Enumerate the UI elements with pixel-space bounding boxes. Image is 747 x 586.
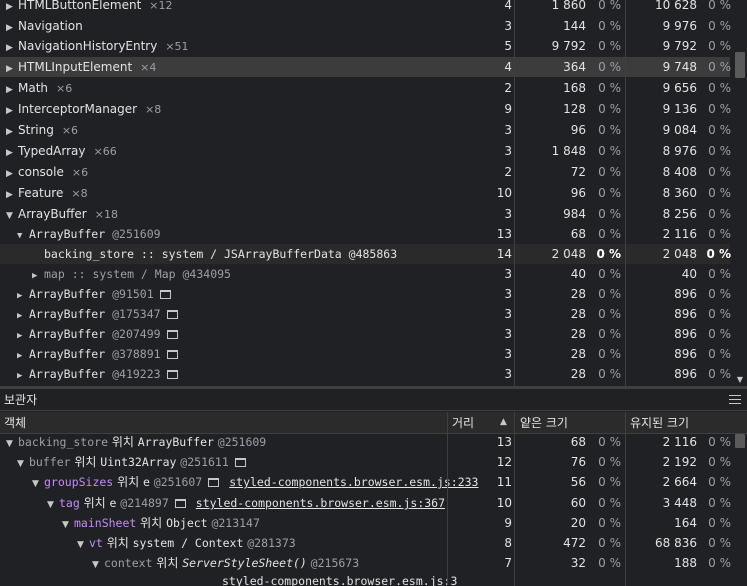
window-icon[interactable] — [166, 310, 178, 319]
collapse-triangle-icon[interactable]: ▼ — [47, 495, 59, 515]
instance-row-expanded[interactable]: ▼ ArrayBuffer @251609 13 68 0 % 2 116 0 % — [0, 224, 731, 246]
window-icon[interactable] — [166, 330, 178, 339]
table-row-expanded[interactable]: ▼ ArrayBuffer ×18 3 984 0 % 8 256 0 % — [0, 204, 731, 226]
retainer-row-continuation: styled-components.browser.esm.js:3 — [0, 571, 730, 586]
expand-triangle-icon[interactable]: ▶ — [6, 122, 18, 142]
column-divider — [447, 434, 448, 586]
instance-row[interactable]: ▶ ArrayBuffer @175347 3 28 0 % 896 0 % — [0, 304, 731, 326]
column-divider — [514, 412, 515, 434]
instance-row[interactable]: ▶ ArrayBuffer @378891 3 28 0 % 896 0 % — [0, 344, 731, 366]
retainer-row[interactable]: ▼ groupSizes 위치 e @251607 styled-component… — [0, 472, 731, 494]
menu-icon[interactable] — [729, 395, 741, 405]
column-divider — [447, 412, 448, 434]
scroll-down-arrow-icon[interactable]: ▼ — [733, 375, 747, 384]
collapse-triangle-icon[interactable]: ▼ — [32, 474, 44, 494]
table-row-highlighted[interactable]: ▶ HTMLInputElement ×4 4 364 0 % 9 748 0 % — [0, 57, 731, 79]
table-row[interactable]: ▶ InterceptorManager ×8 9 128 0 % 9 136 0 … — [0, 99, 731, 121]
collapse-triangle-icon[interactable]: ▼ — [17, 226, 29, 246]
retainer-row[interactable]: ▼ mainSheet 위치 Object @213147 9 20 0 % 16… — [0, 513, 731, 535]
window-icon[interactable] — [159, 290, 171, 299]
column-divider — [625, 434, 626, 586]
window-icon[interactable] — [174, 499, 186, 508]
collapse-triangle-icon[interactable]: ▼ — [6, 206, 18, 226]
window-icon[interactable] — [208, 478, 220, 487]
column-distance[interactable]: 거리 — [452, 412, 474, 434]
constructor-table: ▶ HTMLButtonElement ×12 4 1 860 0 % 10 628… — [0, 0, 747, 386]
table-row[interactable]: ▶ String ×6 3 96 0 % 9 084 0 % — [0, 120, 731, 142]
collapse-triangle-icon[interactable]: ▼ — [17, 454, 29, 474]
expand-triangle-icon[interactable]: ▶ — [6, 59, 18, 79]
source-link[interactable]: styled-components.browser.esm.js:3 — [222, 574, 457, 586]
column-divider — [625, 0, 626, 386]
column-divider — [514, 0, 515, 386]
retainer-row[interactable]: ▼ buffer 위치 Uint32Array @251611 12 76 0 %… — [0, 452, 731, 474]
expand-triangle-icon[interactable]: ▶ — [6, 18, 18, 38]
table-row[interactable]: ▶ console ×6 2 72 0 % 8 408 0 % — [0, 162, 731, 184]
collapse-triangle-icon[interactable]: ▼ — [6, 434, 18, 454]
retainers-title: 보관자 — [4, 393, 38, 407]
column-divider — [625, 412, 626, 434]
column-shallow-size[interactable]: 얕은 크기 — [520, 412, 568, 434]
scrollbar-thumb[interactable] — [735, 52, 745, 78]
window-icon[interactable] — [166, 350, 178, 359]
retainer-row[interactable]: ▼ context 위치 ServerStyleSheet() @215673 7… — [0, 553, 731, 573]
table-row[interactable]: ▶ NavigationHistoryEntry ×51 5 9 792 0 % 9… — [0, 36, 731, 58]
table-row[interactable]: ▶ HTMLButtonElement ×12 4 1 860 0 % 10 628… — [0, 0, 731, 17]
retainers-column-header: 객체 거리 ▲ 얕은 크기 유지된 크기 — [0, 412, 747, 434]
collapse-triangle-icon[interactable]: ▼ — [62, 515, 74, 535]
source-link[interactable]: styled-components.browser.esm.js:233 — [229, 475, 478, 489]
instance-row[interactable]: ▶ ArrayBuffer @419223 3 28 0 % 896 0 % — [0, 364, 731, 386]
expand-triangle-icon[interactable]: ▶ — [17, 286, 29, 306]
instance-row[interactable]: ▶ ArrayBuffer @207499 3 28 0 % 896 0 % — [0, 324, 731, 346]
expand-triangle-icon[interactable]: ▶ — [6, 0, 18, 17]
retainer-row[interactable]: ▼ tag 위치 e @214897 styled-components.brows… — [0, 493, 731, 515]
scrollbar-thumb[interactable] — [735, 434, 745, 448]
collapse-triangle-icon[interactable]: ▼ — [77, 535, 89, 555]
retainers-header: 보관자 — [0, 389, 747, 411]
expand-triangle-icon[interactable]: ▶ — [17, 346, 29, 366]
table-row[interactable]: ▶ Navigation 3 144 0 % 9 976 0 % — [0, 16, 731, 38]
expand-triangle-icon[interactable]: ▶ — [6, 143, 18, 163]
instance-row-selected[interactable]: backing_store :: system / JSArrayBufferD… — [0, 244, 731, 264]
expand-triangle-icon[interactable]: ▶ — [32, 266, 44, 286]
expand-triangle-icon[interactable]: ▶ — [17, 326, 29, 346]
table-row[interactable]: ▶ Feature ×8 10 96 0 % 8 360 0 % — [0, 183, 731, 205]
vertical-scrollbar[interactable]: ▼ — [733, 0, 747, 386]
instance-row[interactable]: ▶ ArrayBuffer @91501 3 28 0 % 896 0 % — [0, 284, 731, 306]
window-icon[interactable] — [166, 370, 178, 379]
expand-triangle-icon[interactable]: ▶ — [17, 366, 29, 386]
sort-ascending-icon[interactable]: ▲ — [500, 417, 507, 427]
retainer-row[interactable]: ▼ backing_store 위치 ArrayBuffer @251609 13… — [0, 434, 731, 454]
expand-triangle-icon[interactable]: ▶ — [6, 101, 18, 121]
retainers-table: ▼ backing_store 위치 ArrayBuffer @251609 13… — [0, 434, 747, 586]
column-object[interactable]: 객체 — [4, 412, 26, 434]
expand-triangle-icon[interactable]: ▶ — [6, 164, 18, 184]
column-divider — [514, 434, 515, 586]
column-retained-size[interactable]: 유지된 크기 — [630, 412, 689, 434]
expand-triangle-icon[interactable]: ▶ — [6, 185, 18, 205]
expand-triangle-icon[interactable]: ▶ — [6, 80, 18, 100]
expand-triangle-icon[interactable]: ▶ — [6, 38, 18, 58]
table-row[interactable]: ▶ TypedArray ×66 3 1 848 0 % 8 976 0 % — [0, 141, 731, 163]
window-icon[interactable] — [234, 458, 246, 467]
instance-row[interactable]: ▶ map :: system / Map @434095 3 40 0 % 40… — [0, 264, 731, 286]
retainer-row[interactable]: ▼ vt 위치 system / Context @281373 8 472 0 … — [0, 533, 731, 555]
table-row[interactable]: ▶ Math ×6 2 168 0 % 9 656 0 % — [0, 78, 731, 100]
expand-triangle-icon[interactable]: ▶ — [17, 306, 29, 326]
source-link[interactable]: styled-components.browser.esm.js:367 — [196, 496, 445, 510]
vertical-scrollbar[interactable] — [733, 434, 747, 586]
